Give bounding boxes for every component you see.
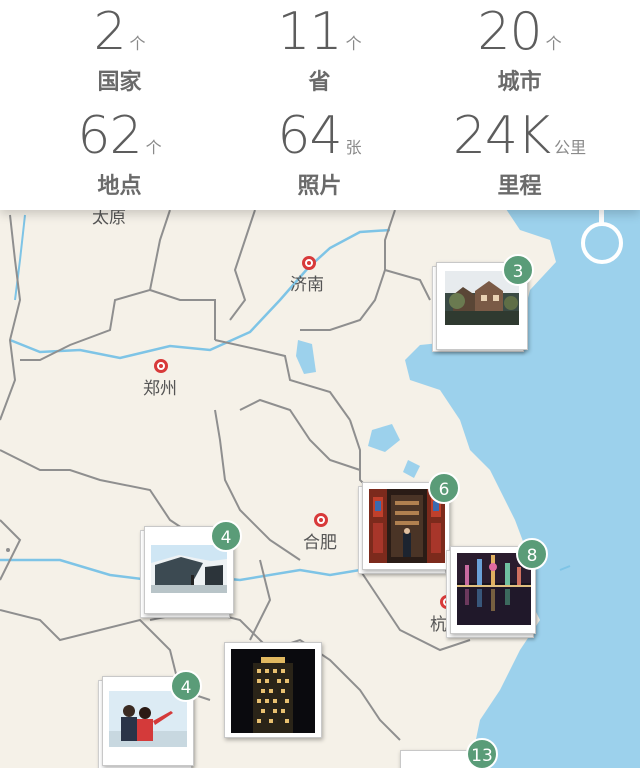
photo-pin-shanghai[interactable]: 8 <box>446 538 548 640</box>
stat-label: 国家 <box>97 70 142 95</box>
photo-count-badge: 13 <box>466 738 498 768</box>
stat-value: 24K <box>452 106 551 166</box>
stat-value: 11 <box>277 2 342 62</box>
city-marker-icon <box>314 513 328 527</box>
photo-count-badge: 4 <box>210 520 242 552</box>
stat-distance[interactable]: 24K 公里 里程 <box>413 106 626 200</box>
stat-photos[interactable]: 64 张 照片 <box>213 106 426 200</box>
stat-label: 地点 <box>97 174 142 199</box>
city-label-hefei[interactable]: 合肥 <box>303 528 337 553</box>
photo-card <box>224 642 322 738</box>
stat-value: 2 <box>93 2 126 62</box>
city-label-zhengzhou[interactable]: 郑州 <box>143 374 177 399</box>
stat-unit: 个 <box>545 34 562 53</box>
locate-me-icon[interactable] <box>581 222 623 264</box>
photo-pin-shandong[interactable]: 3 <box>432 254 534 356</box>
stat-unit: 个 <box>345 34 362 53</box>
stats-panel: 2个 国家 11 个 省 20 个 城市 62 个 地点 64 张 照片 24K 公里 里… <box>0 0 640 210</box>
city-marker-icon <box>302 256 316 270</box>
stat-unit: 张 <box>345 138 362 157</box>
photo-thumbnail <box>109 691 187 747</box>
photo-count-badge: 6 <box>428 472 460 504</box>
photo-thumbnail <box>151 545 227 593</box>
photo-count-badge: 4 <box>170 670 202 702</box>
stat-places[interactable]: 62 个 地点 <box>13 106 226 200</box>
stat-label: 城市 <box>497 70 542 95</box>
photo-pin-jiangsu[interactable]: 6 <box>358 472 460 576</box>
stat-value: 20 <box>477 2 542 62</box>
stat-unit: 个 <box>145 138 162 157</box>
city-label-jinan[interactable]: 济南 <box>290 270 324 295</box>
stat-cities[interactable]: 20 个 城市 <box>413 2 626 96</box>
city-marker-icon <box>154 359 168 373</box>
photo-thumbnail <box>231 649 315 733</box>
stat-label: 里程 <box>497 174 542 199</box>
photo-pin-zhejiang[interactable]: 13 <box>396 738 506 768</box>
photo-pin-hubei[interactable]: 4 <box>98 670 208 768</box>
stat-unit: 个 <box>129 34 146 53</box>
photo-pin-hubei-single[interactable] <box>224 642 324 742</box>
stat-unit: 公里 <box>554 138 587 157</box>
photo-count-badge: 8 <box>516 538 548 570</box>
stat-value: 64 <box>277 106 342 166</box>
city-label-hangzhou[interactable]: 杭 <box>430 610 447 635</box>
stat-label: 照片 <box>297 174 342 199</box>
stat-label: 省 <box>308 70 331 95</box>
stat-countries[interactable]: 2个 国家 <box>13 2 226 96</box>
photo-count-badge: 3 <box>502 254 534 286</box>
stat-value: 62 <box>77 106 142 166</box>
stat-provinces[interactable]: 11 个 省 <box>213 2 426 96</box>
photo-pin-henan[interactable]: 4 <box>140 520 250 624</box>
